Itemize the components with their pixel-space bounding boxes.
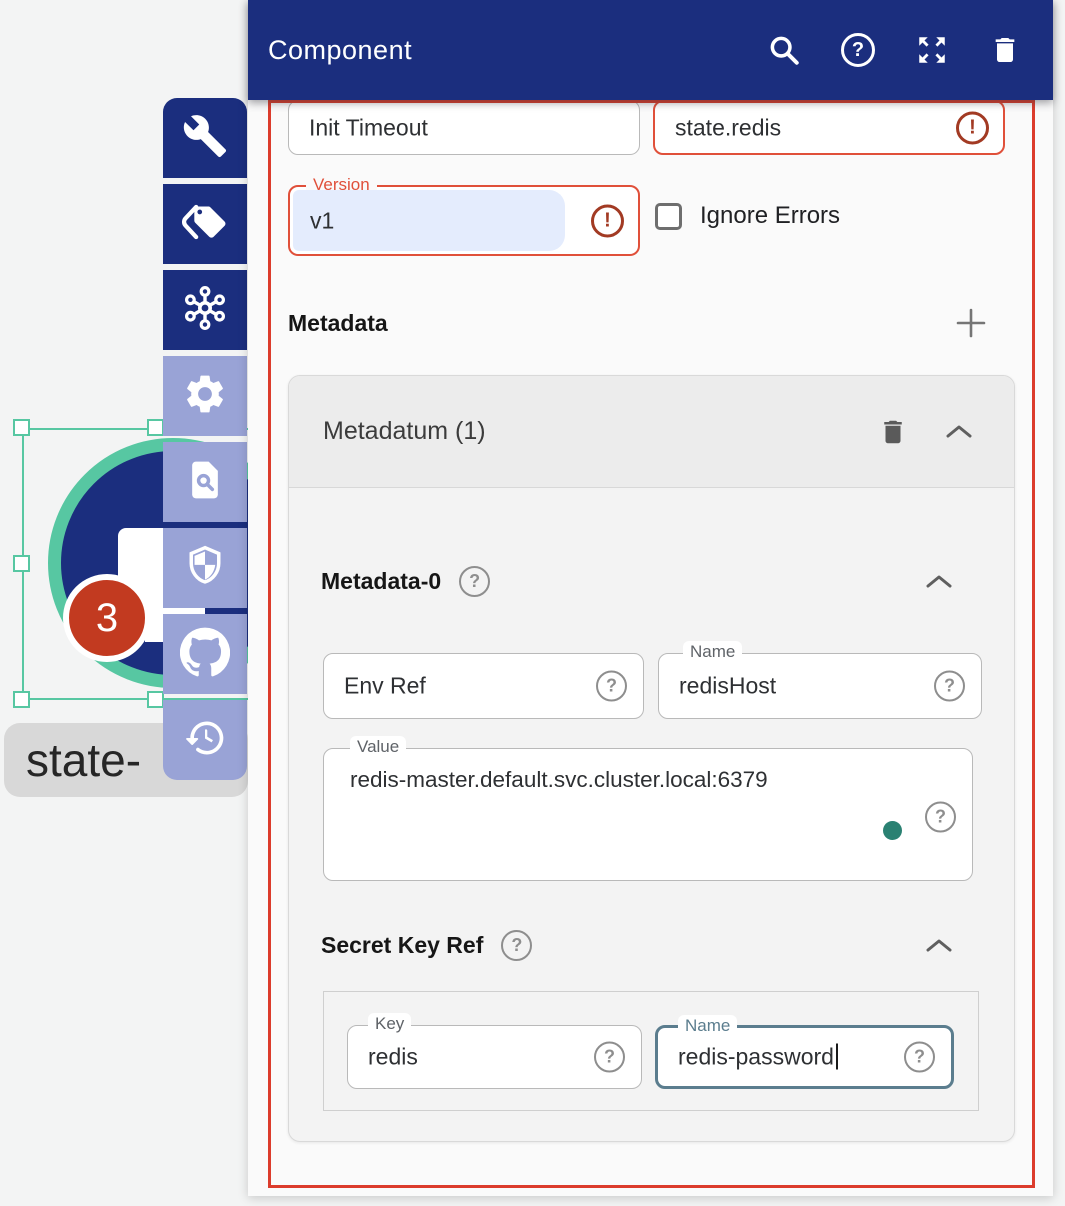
gear-icon — [182, 371, 228, 422]
resize-handle-s[interactable] — [147, 691, 164, 708]
hub-icon — [181, 284, 229, 337]
version-field[interactable]: Version v1 — [288, 185, 640, 256]
metadata-0-heading: Metadata-0 — [321, 568, 441, 595]
metadata-heading-row: Metadata — [288, 303, 988, 343]
history-icon — [183, 716, 227, 765]
metadatum-card-header[interactable]: Metadatum (1) — [289, 376, 1014, 488]
name-field-label: Name — [683, 641, 742, 663]
value-field-label: Value — [350, 736, 406, 758]
delete-icon[interactable] — [989, 34, 1021, 66]
text-cursor — [836, 1044, 838, 1070]
help-icon[interactable] — [596, 671, 627, 702]
collapse-metadata-0-icon[interactable] — [926, 574, 952, 589]
resize-handle-w[interactable] — [13, 555, 30, 572]
secret-key-ref-heading: Secret Key Ref — [321, 932, 483, 959]
panel-header: Component — [248, 0, 1053, 100]
resize-handle-nw[interactable] — [13, 419, 30, 436]
component-properties-panel: Component Init Timeout state.redis Versi — [248, 0, 1053, 1196]
tags-icon — [182, 199, 228, 250]
env-ref-field[interactable]: Env Ref — [323, 653, 644, 719]
github-icon — [180, 627, 230, 682]
history-tool-button[interactable] — [163, 700, 247, 780]
security-tool-button[interactable] — [163, 528, 247, 608]
search-icon[interactable] — [767, 33, 801, 67]
delete-metadatum-icon[interactable] — [878, 417, 908, 447]
hub-tool-button[interactable] — [163, 270, 247, 350]
help-icon[interactable] — [904, 1042, 935, 1073]
metadata-value-text: redis-master.default.svc.cluster.local:6… — [350, 767, 768, 793]
help-icon[interactable] — [501, 930, 532, 961]
collapse-secret-key-ref-icon[interactable] — [926, 938, 952, 953]
github-tool-button[interactable] — [163, 614, 247, 694]
help-icon[interactable] — [934, 671, 965, 702]
secret-key-ref-group: Key redis Name redis-password — [323, 991, 979, 1111]
drag-handle-dot[interactable] — [883, 821, 902, 840]
add-metadata-button[interactable] — [954, 306, 988, 340]
tags-tool-button[interactable] — [163, 184, 247, 264]
secret-key-field[interactable]: Key redis — [347, 1025, 642, 1089]
settings-tool-button[interactable] — [163, 356, 247, 436]
help-icon[interactable] — [841, 33, 875, 67]
panel-title: Component — [268, 35, 412, 66]
help-icon[interactable] — [925, 802, 956, 833]
file-search-tool-button[interactable] — [163, 442, 247, 522]
help-icon[interactable] — [459, 566, 490, 597]
help-icon[interactable] — [594, 1042, 625, 1073]
ignore-errors-checkbox[interactable] — [655, 203, 682, 230]
shield-icon — [183, 544, 227, 593]
metadata-value-field[interactable]: Value redis-master.default.svc.cluster.l… — [323, 748, 973, 881]
wrench-tool-button[interactable] — [163, 98, 247, 178]
key-field-label: Key — [368, 1013, 411, 1035]
metadatum-card-title: Metadatum (1) — [323, 417, 486, 446]
resize-handle-sw[interactable] — [13, 691, 30, 708]
collapse-metadatum-icon[interactable] — [946, 424, 972, 439]
secret-name-field[interactable]: Name redis-password — [655, 1025, 954, 1089]
init-timeout-field[interactable]: Init Timeout — [288, 100, 640, 155]
metadata-name-value: redisHost — [679, 673, 776, 700]
wrench-icon — [182, 113, 228, 164]
init-timeout-placeholder: Init Timeout — [309, 114, 428, 141]
error-icon — [956, 111, 989, 144]
expand-icon[interactable] — [915, 33, 949, 67]
secret-key-ref-section-row: Secret Key Ref — [321, 927, 952, 963]
type-field[interactable]: state.redis — [653, 100, 1005, 155]
metadata-name-field[interactable]: Name redisHost — [658, 653, 982, 719]
secret-name-value: redis-password — [678, 1044, 838, 1071]
version-value: v1 — [310, 207, 334, 234]
resize-handle-n[interactable] — [147, 419, 164, 436]
metadata-0-section-row: Metadata-0 — [321, 563, 952, 599]
secret-key-value: redis — [368, 1044, 418, 1071]
node-toolbar — [163, 98, 247, 786]
metadatum-card: Metadatum (1) Metadata-0 Env Ref Name re… — [288, 375, 1015, 1142]
error-icon — [591, 204, 624, 237]
secret-name-field-label: Name — [678, 1015, 737, 1037]
ignore-errors-label: Ignore Errors — [700, 202, 840, 230]
type-value: state.redis — [675, 114, 781, 141]
metadata-heading: Metadata — [288, 310, 388, 337]
env-ref-placeholder: Env Ref — [344, 673, 426, 700]
file-search-icon — [183, 458, 227, 507]
